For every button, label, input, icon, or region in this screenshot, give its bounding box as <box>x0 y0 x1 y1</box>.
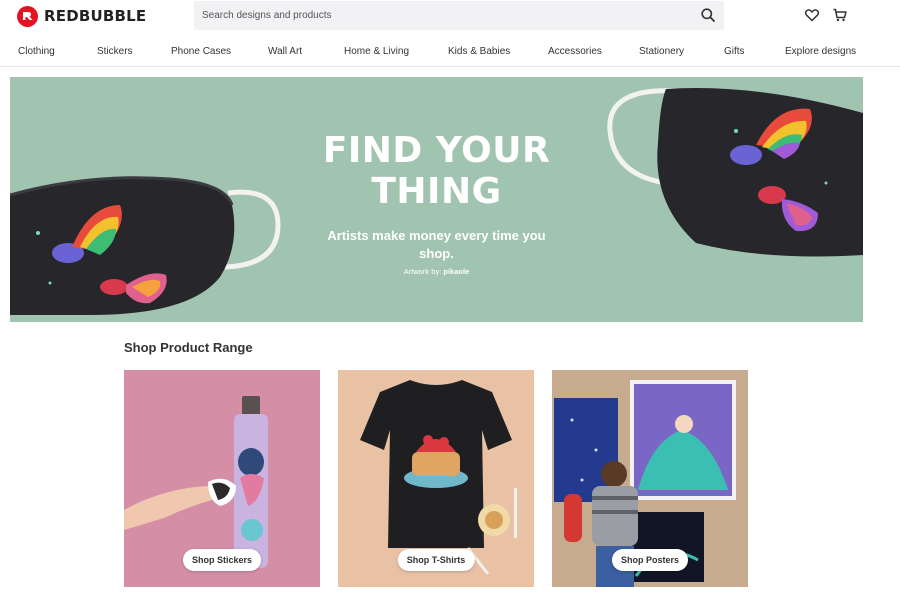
logo[interactable]: REDBUBBLE <box>17 5 146 27</box>
nav-item-gifts[interactable]: Gifts <box>724 46 745 57</box>
nav-item-kids-babies[interactable]: Kids & Babies <box>448 46 510 57</box>
redbubble-logo-icon <box>17 5 38 27</box>
nav-item-stickers[interactable]: Stickers <box>97 46 133 57</box>
hero-title-line1: FIND YOUR <box>322 130 551 171</box>
cart-icon[interactable] <box>832 7 848 23</box>
credit-artist-link[interactable]: pikaole <box>443 267 469 276</box>
section-title: Shop Product Range <box>124 340 253 355</box>
search-bar <box>194 1 724 30</box>
heart-icon[interactable] <box>804 7 820 23</box>
product-card-posters[interactable]: Shop Posters <box>552 370 748 587</box>
brand-name: REDBUBBLE <box>44 7 147 25</box>
product-card-stickers[interactable]: Shop Stickers <box>124 370 320 587</box>
search-icon[interactable] <box>700 7 716 23</box>
shop-stickers-button[interactable]: Shop Stickers <box>182 549 262 571</box>
nav-item-home-living[interactable]: Home & Living <box>344 46 409 57</box>
shop-posters-button[interactable]: Shop Posters <box>611 549 689 571</box>
credit-prefix: Artwork by: <box>403 267 442 276</box>
hero-artwork-credit: Artwork by: pikaole <box>10 267 863 276</box>
nav-item-clothing[interactable]: Clothing <box>18 46 55 57</box>
nav-item-wall-art[interactable]: Wall Art <box>268 46 302 57</box>
hero-title: FIND YOUR THING <box>10 130 863 212</box>
hero-banner[interactable]: FIND YOUR THING Artists make money every… <box>10 77 863 322</box>
top-header: REDBUBBLE <box>0 0 900 32</box>
nav-item-accessories[interactable]: Accessories <box>548 46 602 57</box>
nav-item-phone-cases[interactable]: Phone Cases <box>171 46 231 57</box>
shop-tshirts-button[interactable]: Shop T-Shirts <box>397 549 475 571</box>
hero-subtitle: Artists make money every time you shop. <box>327 228 546 261</box>
product-card-tshirts[interactable]: Shop T-Shirts <box>338 370 534 587</box>
hero-title-line2: THING <box>371 171 502 212</box>
category-nav: Clothing Stickers Phone Cases Wall Art H… <box>0 40 900 67</box>
search-input[interactable] <box>194 1 684 30</box>
nav-item-stationery[interactable]: Stationery <box>639 46 684 57</box>
nav-item-explore-designs[interactable]: Explore designs <box>785 46 856 57</box>
